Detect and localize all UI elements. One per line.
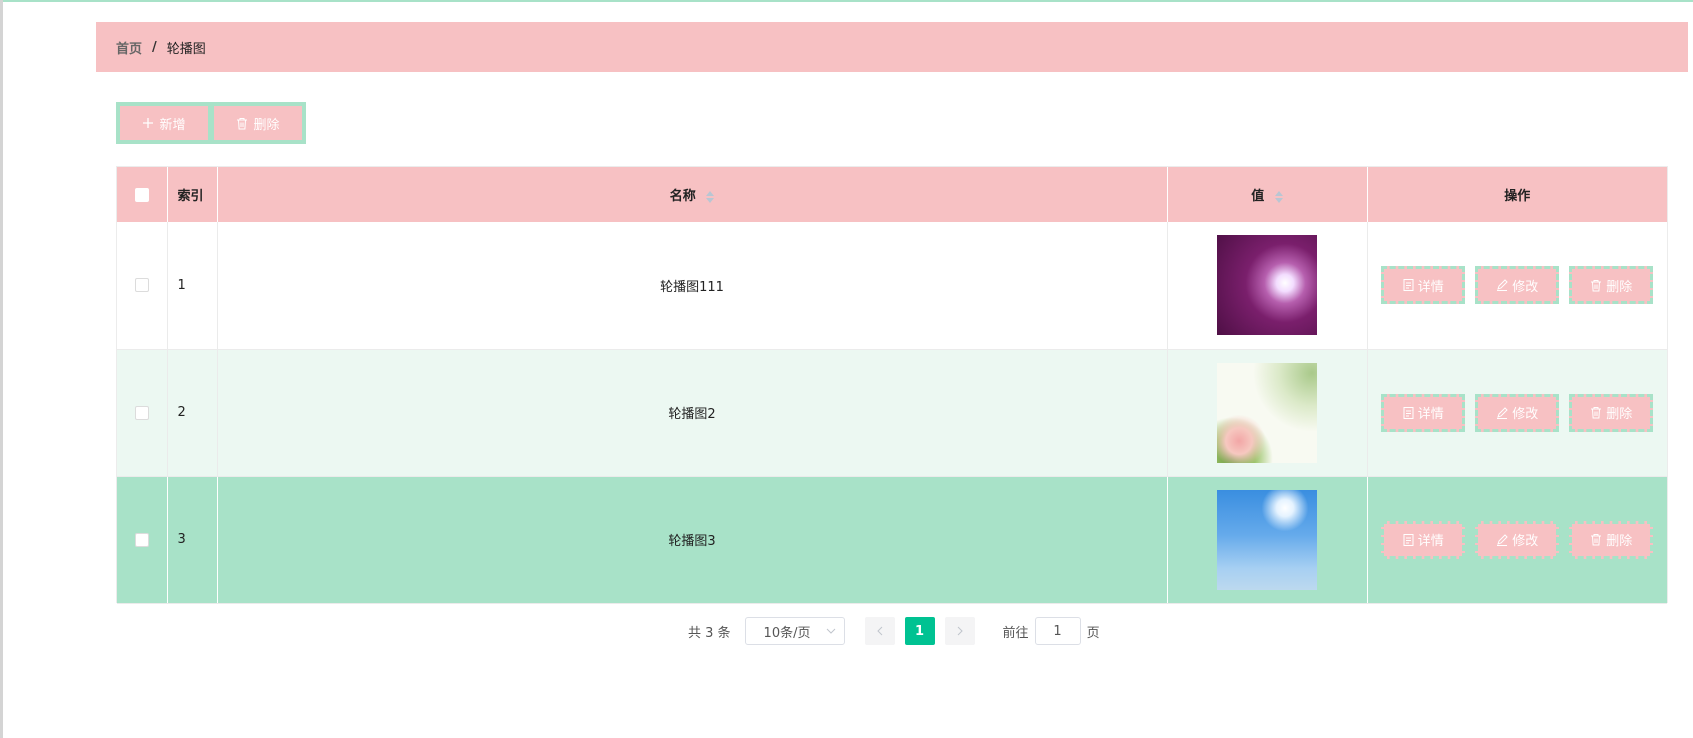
row-actions: 详情 修改 删除 xyxy=(1367,349,1667,477)
breadcrumb-home[interactable]: 首页 xyxy=(116,38,142,57)
plus-icon xyxy=(143,118,154,128)
detail-button-label: 详情 xyxy=(1417,279,1444,295)
row-value-cell xyxy=(1167,349,1368,477)
trash-icon xyxy=(1591,279,1602,292)
left-border xyxy=(0,0,3,738)
delete-button-label: 删除 xyxy=(1606,534,1633,549)
row-checkbox[interactable] xyxy=(134,278,149,293)
row-index: 3 xyxy=(167,476,218,604)
top-accent-line xyxy=(0,0,1693,2)
goto-label: 前往 xyxy=(1002,625,1029,641)
edit-button[interactable]: 修改 xyxy=(1475,393,1560,432)
trash-icon xyxy=(237,117,248,129)
blue-sky-image[interactable] xyxy=(1217,489,1317,590)
delete-button[interactable]: 删除 xyxy=(1569,520,1654,559)
breadcrumb-current: 轮播图 xyxy=(166,41,206,57)
table-row: 1 轮播图111 详情 修改 删除 xyxy=(117,222,1667,350)
edit-button-label: 修改 xyxy=(1512,407,1539,422)
row-value-cell xyxy=(1167,476,1368,604)
toolbar: 新增 删除 xyxy=(116,102,306,144)
detail-button[interactable]: 详情 xyxy=(1381,520,1466,559)
pencil-icon xyxy=(1497,406,1508,419)
page-suffix: 页 xyxy=(1086,625,1100,641)
row-name: 轮播图3 xyxy=(217,476,1168,604)
data-table: 索引 名称 值 操作 1 轮播图111 详情 修改 删除 2 轮播图2 详情 修… xyxy=(116,166,1668,604)
document-icon xyxy=(1403,533,1414,546)
edit-button[interactable]: 修改 xyxy=(1475,266,1560,305)
row-select-cell xyxy=(117,222,168,350)
row-index: 1 xyxy=(167,222,218,350)
row-index: 2 xyxy=(167,349,218,477)
detail-button-label: 详情 xyxy=(1417,407,1444,422)
breadcrumb-separator: / xyxy=(152,39,157,55)
row-select-cell xyxy=(117,349,168,477)
chevron-left-icon xyxy=(876,626,882,636)
lotus-flower-image[interactable] xyxy=(1217,362,1317,463)
prev-page-button[interactable] xyxy=(864,617,895,645)
breadcrumb: 首页 / 轮播图 xyxy=(96,22,1688,72)
detail-button-label: 详情 xyxy=(1417,534,1444,549)
table-row: 2 轮播图2 详情 修改 删除 xyxy=(117,349,1667,477)
pencil-icon xyxy=(1497,533,1508,546)
actions-header: 操作 xyxy=(1367,167,1667,222)
batch-delete-button[interactable]: 删除 xyxy=(214,106,302,140)
document-icon xyxy=(1403,279,1414,292)
edit-button-label: 修改 xyxy=(1512,279,1539,295)
row-checkbox[interactable] xyxy=(134,532,149,547)
row-actions: 详情 修改 删除 xyxy=(1367,476,1667,604)
chevron-right-icon xyxy=(957,626,963,636)
value-header[interactable]: 值 xyxy=(1167,167,1368,222)
trash-icon xyxy=(1591,407,1602,419)
delete-button-label: 删除 xyxy=(1606,279,1633,295)
sort-icon[interactable] xyxy=(1274,190,1283,203)
value-header-label: 值 xyxy=(1251,189,1265,204)
detail-button[interactable]: 详情 xyxy=(1381,393,1466,432)
index-header: 索引 xyxy=(167,167,218,222)
page-size-value: 10条/页 xyxy=(763,625,811,641)
select-all-cell xyxy=(117,167,168,222)
page-size-select[interactable]: 10条/页 xyxy=(744,617,845,645)
edit-button-label: 修改 xyxy=(1512,534,1539,549)
row-value-cell xyxy=(1167,222,1368,350)
batch-delete-button-label: 删除 xyxy=(253,117,280,133)
delete-button[interactable]: 删除 xyxy=(1569,393,1654,432)
detail-button[interactable]: 详情 xyxy=(1381,266,1466,305)
pencil-icon xyxy=(1497,279,1508,292)
next-page-button[interactable] xyxy=(944,617,975,645)
delete-button-label: 删除 xyxy=(1606,407,1633,422)
add-button[interactable]: 新增 xyxy=(120,106,208,140)
edit-button[interactable]: 修改 xyxy=(1475,520,1560,559)
document-icon xyxy=(1403,406,1414,419)
name-header-label: 名称 xyxy=(669,189,696,204)
chevron-down-icon xyxy=(826,628,835,634)
goto-page-input[interactable] xyxy=(1034,617,1081,645)
row-actions: 详情 修改 删除 xyxy=(1367,222,1667,350)
row-select-cell xyxy=(117,476,168,604)
page-number-current[interactable]: 1 xyxy=(904,617,935,645)
row-name: 轮播图2 xyxy=(217,349,1168,477)
sort-icon[interactable] xyxy=(706,190,715,203)
row-checkbox[interactable] xyxy=(134,405,149,420)
purple-flowers-image[interactable] xyxy=(1217,235,1317,336)
table-header-row: 索引 名称 值 操作 xyxy=(117,167,1667,222)
pagination-total: 共 3 条 xyxy=(688,625,731,641)
table-row: 3 轮播图3 详情 修改 删除 xyxy=(117,476,1667,604)
trash-icon xyxy=(1591,534,1602,546)
delete-button[interactable]: 删除 xyxy=(1569,266,1654,305)
name-header[interactable]: 名称 xyxy=(217,167,1168,222)
add-button-label: 新增 xyxy=(159,117,186,133)
select-all-checkbox[interactable] xyxy=(134,187,149,202)
pagination: 共 3 条 10条/页 1 前往 页 xyxy=(688,617,1100,645)
row-name: 轮播图111 xyxy=(217,222,1168,350)
